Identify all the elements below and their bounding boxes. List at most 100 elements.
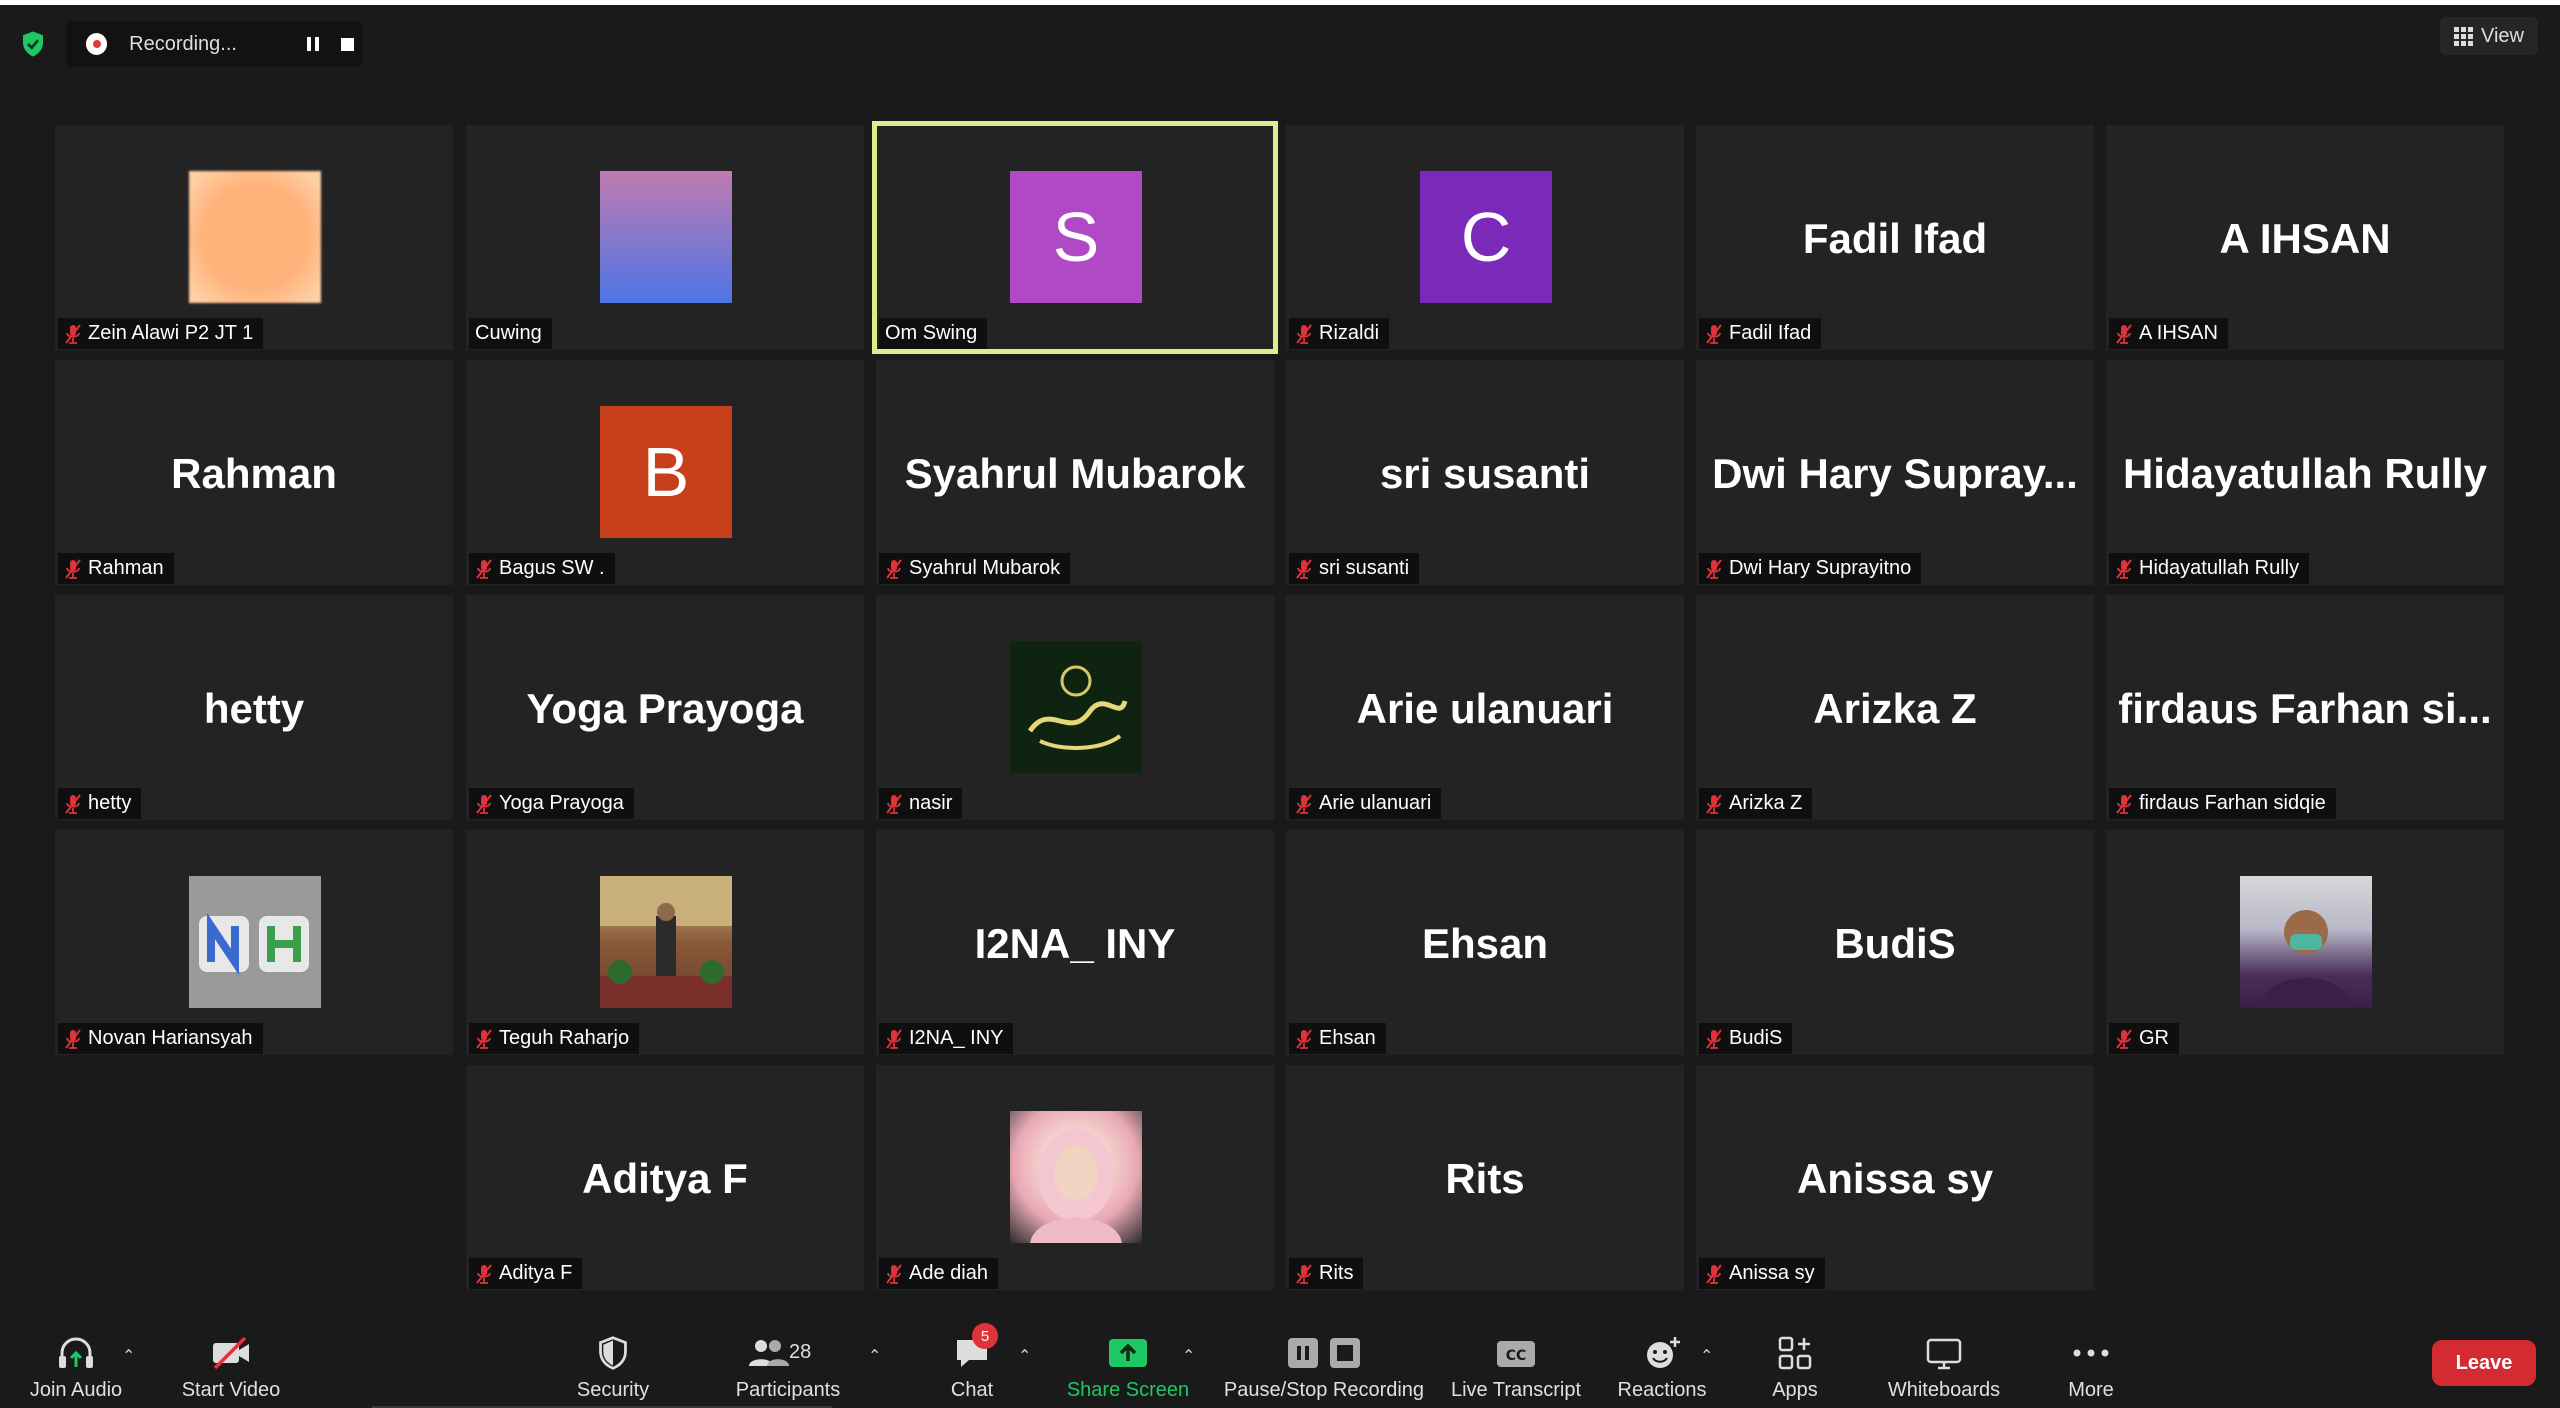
- muted-mic-icon: [1296, 558, 1312, 579]
- participant-photo: [1010, 1111, 1142, 1243]
- participant-tile[interactable]: Ehsan Ehsan: [1286, 830, 1684, 1055]
- security-label: Security: [576, 1379, 650, 1401]
- start-video-button[interactable]: Start Video: [178, 1328, 284, 1402]
- participants-button[interactable]: 28 Participants: [728, 1328, 848, 1402]
- more-label: More: [2068, 1379, 2114, 1401]
- participant-display-name: A IHSAN: [2219, 215, 2391, 262]
- participant-photo: [600, 876, 732, 1008]
- participant-name-tag: nasir: [879, 788, 963, 819]
- participant-name: Syahrul Mubarok: [909, 557, 1061, 579]
- participant-tile[interactable]: Rits Rits: [1286, 1065, 1684, 1290]
- chat-unread-badge: 5: [972, 1323, 998, 1349]
- security-shield-icon: [591, 1333, 635, 1373]
- more-button[interactable]: More: [2064, 1328, 2118, 1402]
- muted-mic-icon: [1296, 793, 1312, 814]
- participant-name-tag: Rits: [1289, 1258, 1364, 1289]
- more-dots-icon: [2069, 1333, 2113, 1373]
- leave-button[interactable]: Leave: [2432, 1340, 2536, 1386]
- participant-name-tag: Yoga Prayoga: [469, 788, 634, 819]
- join-audio-button[interactable]: Join Audio: [26, 1328, 126, 1402]
- participant-name-tag: hetty: [58, 788, 142, 819]
- participant-tile[interactable]: Syahrul Mubarok Syahrul Mubarok: [876, 360, 1274, 585]
- chat-bubble-icon: 5: [950, 1323, 998, 1373]
- reactions-button[interactable]: Reactions: [1616, 1328, 1708, 1402]
- participant-display-name: Hidayatullah Rully: [2122, 450, 2488, 497]
- participant-name-tag: Rizaldi: [1289, 318, 1390, 349]
- reactions-label: Reactions: [1617, 1379, 1707, 1401]
- participant-display-name: firdaus Farhan si...: [2118, 685, 2492, 732]
- participant-name: Rits: [1319, 1262, 1354, 1284]
- muted-mic-icon: [65, 323, 81, 344]
- participant-name: firdaus Farhan sidqie: [2139, 792, 2326, 814]
- muted-mic-icon: [65, 793, 81, 814]
- participant-tile[interactable]: firdaus Farhan si... firdaus Farhan sidqi…: [2106, 595, 2504, 820]
- participants-label: Participants: [735, 1379, 841, 1401]
- participant-name: Rahman: [88, 557, 164, 579]
- live-transcript-button[interactable]: CC Live Transcript: [1448, 1328, 1584, 1402]
- share-screen-button[interactable]: Share Screen: [1066, 1328, 1190, 1402]
- participant-tile[interactable]: Anissa sy Anissa sy: [1696, 1065, 2094, 1290]
- participant-tile[interactable]: Zein Alawi P2 JT 1: [55, 125, 453, 350]
- muted-mic-icon: [1296, 1028, 1312, 1049]
- participant-name: Hidayatullah Rully: [2139, 557, 2300, 579]
- participant-display-name: Fadil Ifad: [1802, 215, 1988, 262]
- participant-name: sri susanti: [1319, 557, 1410, 579]
- whiteboards-button[interactable]: Whiteboards: [1882, 1328, 2006, 1402]
- participants-options-caret-icon[interactable]: ⌃: [868, 1346, 881, 1366]
- closed-caption-icon: CC: [1494, 1333, 1538, 1373]
- participant-tile[interactable]: C Rizaldi: [1286, 125, 1684, 350]
- participant-photo-man: [2260, 910, 2352, 1008]
- apps-button[interactable]: Apps: [1770, 1328, 1820, 1402]
- participant-tile[interactable]: BudiS BudiS: [1696, 830, 2094, 1055]
- participant-name-tag: I2NA_ INY: [879, 1023, 1014, 1054]
- participant-tile[interactable]: Arie ulanuari Arie ulanuari: [1286, 595, 1684, 820]
- audio-options-caret-icon[interactable]: ⌃: [122, 1346, 135, 1366]
- participant-name-tag: Ehsan: [1289, 1023, 1386, 1054]
- view-button[interactable]: View: [2440, 17, 2538, 55]
- participant-name-tag: Novan Hariansyah: [58, 1023, 263, 1054]
- participant-tile[interactable]: I2NA_ INY I2NA_ INY: [876, 830, 1274, 1055]
- participants-count: 28: [789, 1341, 812, 1363]
- muted-mic-icon: [2116, 793, 2132, 814]
- participant-tile[interactable]: B Bagus SW .: [466, 360, 864, 585]
- participants-icon: 28: [743, 1333, 833, 1373]
- participant-tile[interactable]: Rahman Rahman: [55, 360, 453, 585]
- participant-tile[interactable]: Yoga Prayoga Yoga Prayoga: [466, 595, 864, 820]
- participant-tile[interactable]: A IHSAN A IHSAN: [2106, 125, 2504, 350]
- participant-tile[interactable]: nasir: [876, 595, 1274, 820]
- participant-name: A IHSAN: [2139, 322, 2218, 344]
- chat-button[interactable]: 5 Chat: [942, 1323, 1002, 1402]
- participant-tile[interactable]: sri susanti sri susanti: [1286, 360, 1684, 585]
- share-options-caret-icon[interactable]: ⌃: [1182, 1346, 1195, 1366]
- participant-tile[interactable]: Arizka Z Arizka Z: [1696, 595, 2094, 820]
- pause-stop-recording-label: Pause/Stop Recording: [1223, 1379, 1425, 1401]
- participant-name-tag: BudiS: [1699, 1023, 1793, 1054]
- participant-display-name: Aditya F: [582, 1155, 748, 1202]
- security-button[interactable]: Security: [572, 1328, 654, 1402]
- participant-tile[interactable]: Aditya F Aditya F: [466, 1065, 864, 1290]
- participant-display-name: sri susanti: [1379, 450, 1591, 497]
- participant-tile[interactable]: Teguh Raharjo: [466, 830, 864, 1055]
- participant-tile[interactable]: Novan Hariansyah: [55, 830, 453, 1055]
- participant-tile[interactable]: GR: [2106, 830, 2504, 1055]
- share-screen-icon: [1106, 1333, 1150, 1373]
- participant-name: Teguh Raharjo: [499, 1027, 630, 1049]
- reactions-options-caret-icon[interactable]: ⌃: [1700, 1346, 1713, 1366]
- participant-tile[interactable]: Hidayatullah Rully Hidayatullah Rully: [2106, 360, 2504, 585]
- participant-initial-avatar: B: [600, 406, 732, 538]
- participant-display-name: Arizka Z: [1813, 685, 1977, 732]
- participant-tile[interactable]: hetty hetty: [55, 595, 453, 820]
- chat-options-caret-icon[interactable]: ⌃: [1018, 1346, 1031, 1366]
- recording-status-label: Recording...: [129, 32, 237, 55]
- participant-tile[interactable]: S Om Swing: [872, 121, 1278, 354]
- participant-tile[interactable]: Fadil Ifad Fadil Ifad: [1696, 125, 2094, 350]
- participant-name-tag: Zein Alawi P2 JT 1: [58, 318, 264, 349]
- participant-tile[interactable]: Ade diah: [876, 1065, 1274, 1290]
- pause-recording-button[interactable]: [298, 29, 327, 59]
- participant-tile[interactable]: Cuwing: [466, 125, 864, 350]
- participant-display-name: Anissa sy: [1796, 1155, 1994, 1202]
- encryption-shield-icon[interactable]: [18, 29, 48, 59]
- participant-tile[interactable]: Dwi Hary Supray... Dwi Hary Suprayitno: [1696, 360, 2094, 585]
- pause-stop-recording-button[interactable]: Pause/Stop Recording: [1222, 1328, 1426, 1402]
- stop-recording-button[interactable]: [333, 29, 362, 59]
